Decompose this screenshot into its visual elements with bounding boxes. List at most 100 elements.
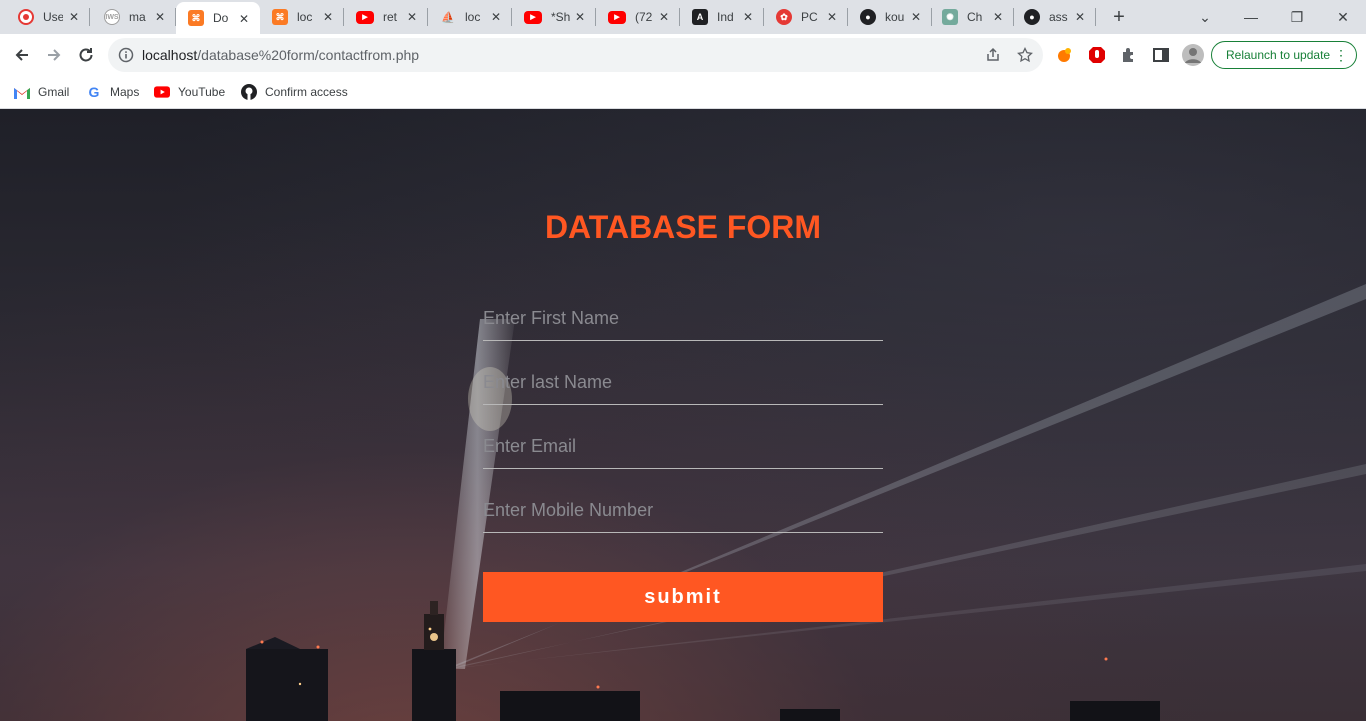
tab-title: (72 [635, 10, 653, 24]
youtube-icon [154, 84, 170, 100]
form-title: DATABASE FORM [544, 209, 822, 245]
close-icon[interactable]: ✕ [908, 9, 924, 25]
browser-toolbar: localhost/database%20form/contactfrom.ph… [0, 34, 1366, 76]
star-bookmark-icon[interactable] [1017, 47, 1033, 63]
extensions-puzzle-icon[interactable] [1120, 46, 1138, 64]
mobile-field [483, 489, 883, 533]
tab-4[interactable]: ▶ ret ✕ [344, 0, 428, 34]
adblock-icon[interactable] [1088, 46, 1106, 64]
side-panel-icon[interactable] [1152, 46, 1170, 64]
back-arrow-icon[interactable] [8, 41, 36, 69]
tab-strip: Use ✕ IWS ma ✕ ⌘ Do ✕ ⌘ loc ✕ ▶ ret ✕ ⛵ … [0, 0, 1366, 34]
tab-6[interactable]: ▶ *Sh ✕ [512, 0, 596, 34]
tab-title: kou [885, 10, 905, 24]
tab-title: ass [1049, 10, 1068, 24]
tab-1[interactable]: IWS ma ✕ [92, 0, 176, 34]
pc-icon: ✿ [776, 9, 792, 25]
close-icon[interactable]: ✕ [152, 9, 168, 25]
extension-fire-icon[interactable] [1056, 46, 1074, 64]
avatar[interactable] [1182, 44, 1204, 66]
tab-separator [89, 8, 90, 26]
tab-10[interactable]: ● kou ✕ [848, 0, 932, 34]
bookmark-label: Gmail [38, 85, 70, 99]
email-input[interactable] [483, 425, 883, 469]
tab-title: ret [383, 10, 398, 24]
bookmarks-bar: Gmail G Maps YouTube Confirm access [0, 76, 1366, 109]
youtube-icon: ▶ [524, 10, 542, 24]
tab-title: loc [465, 10, 481, 24]
tab-9[interactable]: ✿ PC ✕ [764, 0, 848, 34]
url-path: /database%20form/contactfrom.php [197, 47, 420, 63]
last-name-input[interactable] [483, 361, 883, 405]
xampp-icon: ⌘ [188, 10, 204, 26]
bookmark-maps[interactable]: G Maps [86, 82, 140, 102]
close-icon[interactable]: ✕ [488, 9, 504, 25]
phpmyadmin-icon: ⛵ [441, 11, 455, 24]
tab-5[interactable]: ⛵ loc ✕ [428, 0, 512, 34]
tab-title: *Sh [551, 10, 571, 24]
url-host: localhost [142, 47, 198, 63]
globe-icon: IWS [104, 9, 120, 25]
mobile-number-input[interactable] [483, 489, 883, 533]
relaunch-label: Relaunch to update [1226, 48, 1331, 62]
google-icon: G [88, 84, 100, 100]
new-tab-plus-icon[interactable]: + [1108, 6, 1130, 28]
address-bar[interactable]: localhost/database%20form/contactfrom.ph… [108, 38, 1043, 72]
tab-7[interactable]: ▶ (72 ✕ [596, 0, 680, 34]
bookmark-confirm-access[interactable]: Confirm access [241, 82, 348, 102]
tab-11[interactable]: ✺ Ch ✕ [930, 0, 1014, 34]
close-icon[interactable]: ✕ [1072, 9, 1088, 25]
submit-button[interactable]: submit [483, 572, 883, 622]
chatgpt-icon: ✺ [942, 9, 958, 25]
tab-title: Use [43, 10, 63, 24]
bookmark-label: Maps [110, 85, 140, 99]
first-name-input[interactable] [483, 297, 883, 341]
github-icon: ● [1024, 9, 1040, 25]
reload-icon[interactable] [72, 41, 100, 69]
close-icon[interactable]: ✕ [236, 11, 252, 27]
bookmark-youtube[interactable]: YouTube [154, 82, 225, 102]
tab-title: Do [213, 11, 229, 25]
github-icon [241, 84, 257, 100]
bookmark-label: Confirm access [265, 85, 348, 99]
close-icon[interactable]: ✕ [572, 9, 588, 25]
tab-separator [1095, 8, 1096, 26]
close-icon[interactable]: ✕ [66, 9, 82, 25]
bookmark-gmail[interactable]: Gmail [14, 82, 69, 102]
close-icon[interactable]: ✕ [320, 9, 336, 25]
share-icon[interactable] [985, 47, 1001, 63]
close-icon[interactable]: ✕ [656, 9, 672, 25]
youtube-icon: ▶ [608, 10, 626, 24]
tab-title: ma [129, 10, 146, 24]
email-field [483, 425, 883, 469]
url-text[interactable]: localhost/database%20form/contactfrom.ph… [142, 47, 419, 63]
minimize-icon[interactable]: — [1228, 0, 1274, 34]
tab-12[interactable]: ● ass ✕ [1012, 0, 1096, 34]
close-icon[interactable]: ✕ [740, 9, 756, 25]
tab-title: Ch [967, 10, 983, 24]
first-name-field [483, 297, 883, 341]
tab-8[interactable]: A Ind ✕ [680, 0, 764, 34]
page-content: DATABASE FORM submit [0, 109, 1366, 721]
more-vert-icon[interactable]: ⋮ [1334, 48, 1348, 62]
tab-0[interactable]: Use ✕ [6, 0, 90, 34]
tab-title: PC [801, 10, 818, 24]
info-icon[interactable] [118, 47, 134, 63]
relaunch-button[interactable]: Relaunch to update ⋮ [1211, 41, 1357, 69]
close-icon[interactable]: ✕ [404, 9, 420, 25]
close-icon[interactable]: ✕ [824, 9, 840, 25]
window-close-icon[interactable]: ✕ [1320, 0, 1366, 34]
tab-3[interactable]: ⌘ loc ✕ [260, 0, 344, 34]
tab-search-chevron-icon[interactable]: ⌄ [1182, 0, 1228, 34]
city-background-image [246, 284, 1366, 721]
record-icon [18, 9, 34, 25]
tab-2-active[interactable]: ⌘ Do ✕ [176, 2, 260, 34]
restore-icon[interactable]: ❐ [1274, 0, 1320, 34]
gmail-icon [14, 84, 30, 100]
forward-arrow-icon[interactable] [40, 41, 68, 69]
github-icon: ● [860, 9, 876, 25]
close-icon[interactable]: ✕ [990, 9, 1006, 25]
last-name-field [483, 361, 883, 405]
tab-title: Ind [717, 10, 734, 24]
xampp-icon: ⌘ [272, 9, 288, 25]
